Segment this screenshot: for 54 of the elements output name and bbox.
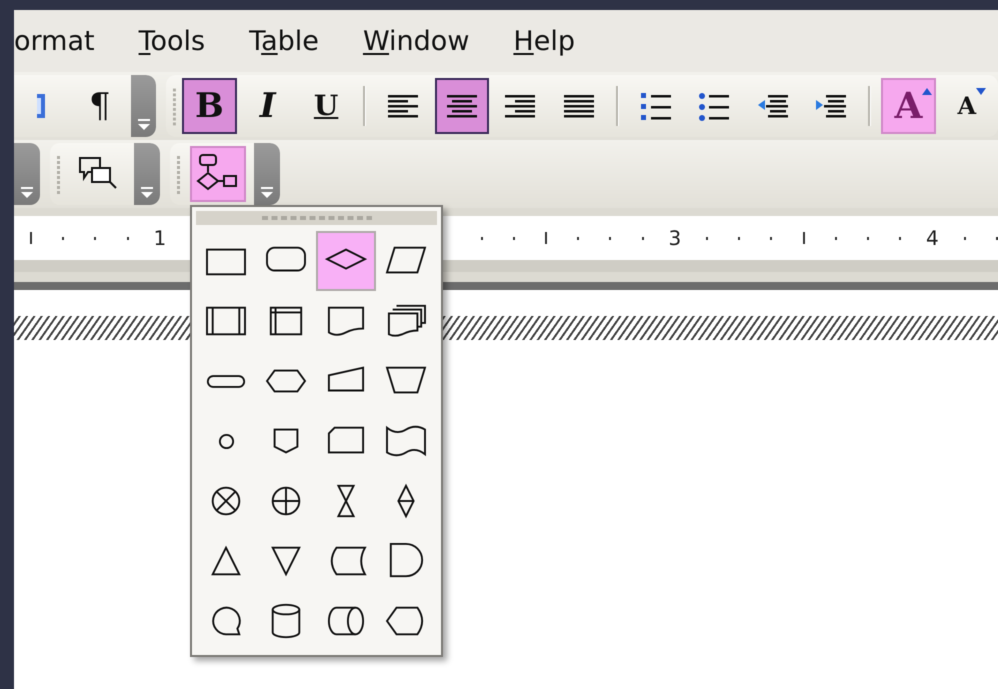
menu-item[interactable]: Help [513, 26, 575, 56]
ruler-tick [996, 236, 998, 240]
ruler-tick [802, 232, 805, 244]
chevron-down-icon [140, 187, 154, 199]
center-button[interactable] [434, 78, 490, 134]
grip-icon[interactable] [172, 86, 178, 126]
ruler-tick [30, 232, 32, 244]
menu-item[interactable]: Table [249, 26, 319, 56]
chevron-down-icon [136, 119, 151, 131]
ruler-tick [62, 236, 64, 240]
grip-icon [262, 216, 372, 220]
menu-item[interactable]: Window [362, 26, 470, 56]
toolbar-options-button[interactable] [131, 75, 156, 137]
ruler-tick [642, 236, 644, 240]
toolbar-options-button[interactable] [254, 143, 280, 205]
ruler-number: 1 [153, 228, 166, 248]
ruler-tick [706, 236, 708, 240]
ruler-tick [94, 236, 96, 240]
ruler-tick [480, 236, 483, 240]
toolbar-options-button[interactable] [14, 143, 40, 205]
pill-shape-icon [206, 374, 246, 388]
ruler-tick [834, 236, 837, 240]
chevron-down-icon [260, 187, 274, 199]
flowchart-button[interactable] [190, 146, 246, 202]
ruler-tick [738, 236, 740, 240]
toolbar-options-button[interactable] [134, 143, 160, 205]
ruler-tick [770, 236, 772, 240]
menu-drag-handle[interactable] [196, 211, 437, 225]
ruler-tick [126, 236, 129, 240]
menu-item[interactable]: Tools [138, 26, 206, 56]
up-triangle-icon [922, 88, 932, 95]
underline-button[interactable]: U [298, 78, 354, 134]
ruler-tick [964, 236, 966, 240]
shrink-font-button[interactable]: A [940, 78, 994, 134]
ruler-tick [899, 236, 902, 240]
ruler-number: 4 [926, 228, 939, 248]
ruler-tick [545, 232, 548, 244]
pilcrow-button[interactable]: ¶ [72, 78, 128, 134]
partial-icon [37, 94, 46, 118]
shape-option[interactable] [316, 231, 376, 291]
ruler-tick [577, 236, 580, 240]
grip-icon[interactable] [56, 154, 62, 194]
ruler-tick [866, 236, 869, 240]
grow-font-button[interactable]: A [881, 78, 936, 134]
menu-item[interactable]: ormat [14, 26, 95, 56]
ruler-tick [512, 236, 515, 240]
chevron-down-icon [20, 187, 34, 199]
grip-icon[interactable] [176, 154, 182, 194]
down-triangle-icon [976, 88, 986, 95]
small-circle-icon [218, 432, 234, 450]
ruler-number: 3 [668, 228, 682, 248]
ruler-tick [609, 236, 612, 240]
bold-button[interactable]: B [182, 78, 237, 134]
italic-button[interactable]: I [240, 78, 295, 134]
